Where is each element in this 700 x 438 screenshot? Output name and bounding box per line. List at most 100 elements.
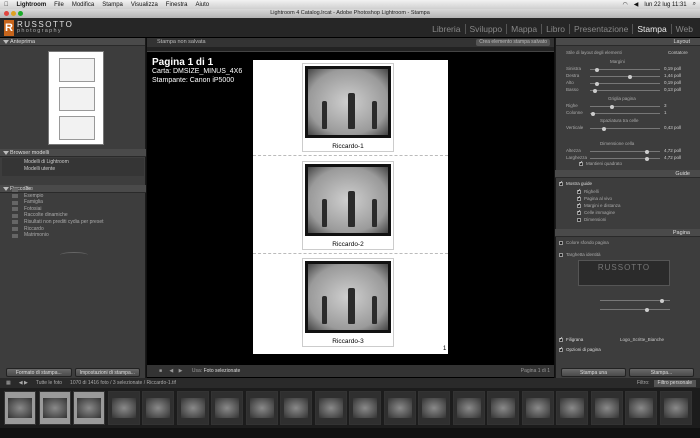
menu-view[interactable]: Visualizza xyxy=(131,2,158,8)
margin-bottom-value[interactable]: 0,13 poll xyxy=(664,87,681,92)
margin-top-slider[interactable] xyxy=(590,81,660,86)
margin-right-slider[interactable] xyxy=(590,74,660,79)
minimize-icon[interactable] xyxy=(11,11,16,16)
filmstrip-thumbnail[interactable] xyxy=(211,391,243,425)
collection-item[interactable]: Riccardo xyxy=(2,226,144,233)
columns-slider[interactable] xyxy=(590,111,660,116)
show-guides-checkbox[interactable] xyxy=(559,180,563,186)
module-map[interactable]: Mappa xyxy=(507,24,543,34)
menu-window[interactable]: Finestra xyxy=(166,2,188,8)
cell-height-value[interactable]: 4,72 poll xyxy=(664,148,681,153)
module-library[interactable]: Libreria xyxy=(428,24,466,34)
dimensions-checkbox[interactable] xyxy=(577,218,581,222)
filmstrip-thumbnail[interactable] xyxy=(383,391,416,425)
filmstrip-thumbnail[interactable] xyxy=(142,391,174,425)
margin-top-value[interactable]: 0,19 poll xyxy=(664,80,681,85)
filmstrip-thumbnail[interactable] xyxy=(521,391,554,425)
cell-width-slider[interactable] xyxy=(590,156,660,161)
identity-plate-preview[interactable]: RUSSOTTO xyxy=(578,260,670,286)
module-web[interactable]: Web xyxy=(672,24,697,34)
template-browser-header[interactable]: Browser modelli xyxy=(0,149,146,157)
margin-left-value[interactable]: 0,19 poll xyxy=(664,66,681,71)
print-button[interactable]: Stampa... xyxy=(629,367,694,377)
watermark-dropdown[interactable]: Logo_Scritte_Bianche xyxy=(620,337,664,342)
collection-item[interactable]: Ciro xyxy=(2,186,144,193)
vertical-spacing-slider[interactable] xyxy=(590,126,660,131)
image-cell[interactable]: Riccardo-3 xyxy=(302,258,394,347)
filmstrip-thumbnail[interactable] xyxy=(280,391,312,425)
filmstrip-thumbnail[interactable] xyxy=(556,391,588,425)
margins-gutters-checkbox[interactable] xyxy=(577,202,581,208)
watermark-checkbox[interactable] xyxy=(559,336,563,342)
menu-file[interactable]: File xyxy=(54,2,64,8)
page-setup-button[interactable]: Formato di stampa... xyxy=(6,367,72,377)
filmstrip-thumbnail[interactable] xyxy=(314,391,347,425)
first-page-icon[interactable]: ■ xyxy=(159,368,162,374)
layout-style-value[interactable]: Contatore xyxy=(668,50,688,55)
filmstrip-thumbnail[interactable] xyxy=(176,391,209,425)
next-page-icon[interactable]: ▶ xyxy=(179,368,183,374)
menu-help[interactable]: Aiuto xyxy=(195,2,209,8)
filmstrip-thumbnail[interactable] xyxy=(418,391,450,425)
template-item[interactable]: Modelli di Lightroom xyxy=(2,158,144,166)
bleed-checkbox[interactable] xyxy=(577,195,581,201)
grid-view-icon[interactable]: ▦ xyxy=(6,378,11,388)
margin-left-slider[interactable] xyxy=(590,67,660,72)
scale-slider[interactable] xyxy=(600,307,670,312)
collection-item[interactable]: Famiglia xyxy=(2,199,144,206)
cell-width-value[interactable]: 4,72 poll xyxy=(664,155,681,160)
filmstrip-thumbnail[interactable] xyxy=(73,391,105,425)
filmstrip-thumbnail[interactable] xyxy=(487,391,519,425)
filmstrip-thumbnail[interactable] xyxy=(4,391,36,425)
margin-bottom-slider[interactable] xyxy=(590,88,660,93)
module-book[interactable]: Libro xyxy=(542,24,571,34)
use-dropdown[interactable]: Foto selezionate xyxy=(204,368,241,374)
clock[interactable]: lun 22 lug 11:31 xyxy=(644,2,686,8)
filmstrip-thumbnail[interactable] xyxy=(590,391,623,425)
template-item[interactable]: Modelli utente xyxy=(2,166,144,173)
guides-header[interactable]: Guide xyxy=(555,170,700,178)
menu-app[interactable]: Lightroom xyxy=(17,2,47,8)
image-cell[interactable]: Riccardo-1 xyxy=(302,63,394,152)
rows-value[interactable]: 3 xyxy=(664,103,667,108)
print-one-button[interactable]: Stampa una xyxy=(561,367,626,377)
page-options-checkbox[interactable] xyxy=(559,346,563,352)
source-label[interactable]: Tutte le foto xyxy=(36,378,62,388)
filmstrip-thumbnail[interactable] xyxy=(107,391,140,425)
collection-item[interactable]: Fotosiai xyxy=(2,206,144,213)
menu-edit[interactable]: Modifica xyxy=(72,2,94,8)
wifi-icon[interactable]: ◠ xyxy=(622,1,627,8)
zoom-icon[interactable] xyxy=(18,11,23,16)
volume-icon[interactable]: ◀ xyxy=(634,1,639,8)
apple-icon[interactable]:  xyxy=(4,2,9,8)
columns-value[interactable]: 1 xyxy=(664,110,667,115)
filmstrip-thumbnail[interactable] xyxy=(349,391,381,425)
bg-color-checkbox[interactable] xyxy=(559,241,563,245)
layout-header[interactable]: Layout xyxy=(556,38,700,46)
filmstrip-thumbnail[interactable] xyxy=(659,391,692,425)
search-icon[interactable]: ⌕ xyxy=(693,1,696,8)
menu-print[interactable]: Stampa xyxy=(102,2,123,8)
image-cell[interactable]: Riccardo-2 xyxy=(302,161,394,250)
filmstrip-thumbnail[interactable] xyxy=(452,391,485,425)
page-header[interactable]: Pagina xyxy=(555,229,700,237)
filmstrip-thumbnail[interactable] xyxy=(245,391,278,425)
identity-plate-checkbox[interactable] xyxy=(559,253,563,257)
preview-header[interactable]: Anteprima xyxy=(0,38,145,46)
keep-square-checkbox[interactable] xyxy=(579,160,583,166)
rulers-checkbox[interactable] xyxy=(577,188,581,194)
nav-back-icon[interactable]: ◀ ▶ xyxy=(19,378,28,388)
cell-height-slider[interactable] xyxy=(590,149,660,154)
rows-slider[interactable] xyxy=(590,104,660,109)
module-slideshow[interactable]: Presentazione xyxy=(570,24,634,34)
collection-item[interactable]: Raccolte dinamiche xyxy=(2,212,144,219)
filmstrip-thumbnail[interactable] xyxy=(625,391,657,425)
print-settings-button[interactable]: Impostazioni di stampa... xyxy=(74,367,140,377)
filter-dropdown[interactable]: Filtro personale xyxy=(653,379,696,387)
close-icon[interactable] xyxy=(4,11,9,16)
opacity-slider[interactable] xyxy=(600,298,670,303)
collection-item[interactable]: Esempio xyxy=(2,193,144,200)
vertical-spacing-value[interactable]: 0,43 poll xyxy=(664,125,681,130)
collection-item[interactable]: Matrimonio xyxy=(2,232,144,239)
module-print[interactable]: Stampa xyxy=(633,24,672,34)
